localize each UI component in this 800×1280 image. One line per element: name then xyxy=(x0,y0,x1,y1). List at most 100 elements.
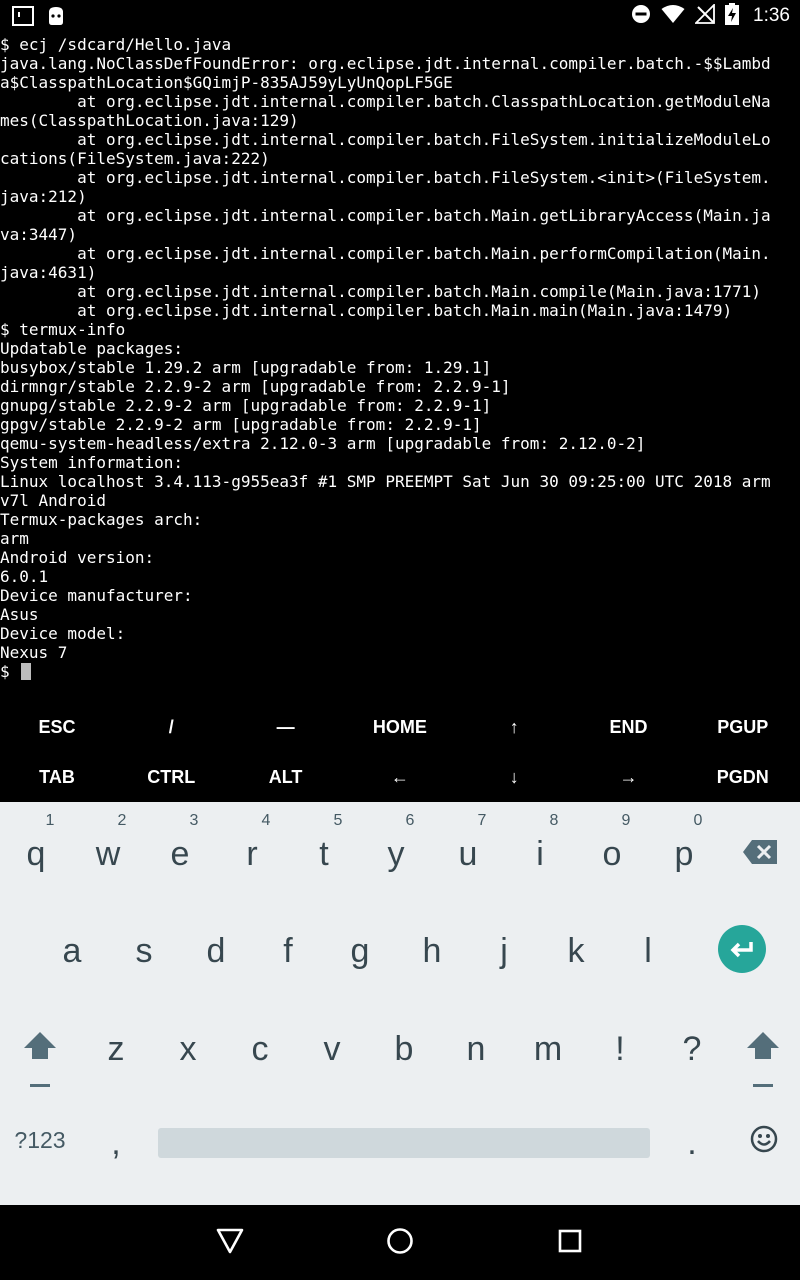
symbols-key[interactable]: ?123 xyxy=(0,1098,80,1198)
terminal-line: Device manufacturer: xyxy=(0,586,193,605)
key-label: r xyxy=(246,835,258,873)
key-label: w xyxy=(95,835,121,873)
terminal-line: at org.eclipse.jdt.internal.compiler.bat… xyxy=(0,282,761,301)
key-h[interactable]: h xyxy=(396,902,468,1000)
key-q[interactable]: 1q xyxy=(0,802,72,902)
prompt-line: $ xyxy=(0,662,800,681)
ctrl-key[interactable]: CTRL xyxy=(114,752,228,802)
shift-icon xyxy=(24,1032,56,1093)
pgdn-key[interactable]: PGDN xyxy=(686,752,800,802)
key-e[interactable]: 3e xyxy=(144,802,216,902)
key-question[interactable]: ? xyxy=(656,1000,728,1098)
soft-keyboard: ?123 , . 1q2w3e4r5t6y7u8i9o0pasdfghjklzx… xyxy=(0,802,800,1205)
home-icon xyxy=(386,1227,414,1259)
space-bar[interactable] xyxy=(152,1098,656,1198)
alt-key[interactable]: ALT xyxy=(229,752,343,802)
terminal-line: dirmngr/stable 2.2.9-2 arm [upgradable f… xyxy=(0,377,511,396)
prompt-text: $ xyxy=(0,662,20,681)
key-m[interactable]: m xyxy=(512,1000,584,1098)
key-g[interactable]: g xyxy=(324,902,396,1000)
terminal-line: gnupg/stable 2.2.9-2 arm [upgradable fro… xyxy=(0,396,492,415)
slash-key[interactable]: / xyxy=(114,702,228,752)
terminal-line: Android version: xyxy=(0,548,155,567)
terminal-line: java:212) xyxy=(0,187,87,206)
key-hint-label: 8 xyxy=(549,812,559,829)
key-f[interactable]: f xyxy=(252,902,324,1000)
key-label: e xyxy=(170,835,190,873)
left-arrow-key[interactable]: ← xyxy=(343,752,457,802)
emoji-key[interactable] xyxy=(728,1098,800,1198)
recents-button[interactable] xyxy=(554,1227,586,1259)
key-v[interactable]: v xyxy=(296,1000,368,1098)
key-t[interactable]: 5t xyxy=(288,802,360,902)
key-label: u xyxy=(458,835,478,873)
back-button[interactable] xyxy=(214,1227,246,1259)
backspace-key[interactable] xyxy=(724,802,796,902)
home-key[interactable]: HOME xyxy=(343,702,457,752)
terminal-line: v7l Android xyxy=(0,491,106,510)
terminal-line: java.lang.NoClassDefFoundError: org.ecli… xyxy=(0,54,771,73)
dash-key[interactable]: — xyxy=(229,702,343,752)
extra-keys-bar: ESC / — HOME ↑ END PGUP TAB CTRL ALT ← ↓ → PGDN xyxy=(0,700,800,802)
key-label: j xyxy=(500,931,508,970)
key-y[interactable]: 6y xyxy=(360,802,432,902)
key-label: m xyxy=(533,1029,563,1068)
enter-icon xyxy=(718,924,766,978)
key-s[interactable]: s xyxy=(108,902,180,1000)
pgup-key[interactable]: PGUP xyxy=(686,702,800,752)
key-l[interactable]: l xyxy=(612,902,684,1000)
key-a[interactable]: a xyxy=(36,902,108,1000)
key-hint-label: 0 xyxy=(693,812,703,829)
key-d[interactable]: d xyxy=(180,902,252,1000)
terminal-notification-icon xyxy=(12,6,34,30)
key-u[interactable]: 7u xyxy=(432,802,504,902)
key-label: t xyxy=(319,835,329,873)
terminal-line: at org.eclipse.jdt.internal.compiler.bat… xyxy=(0,130,771,149)
key-b[interactable]: b xyxy=(368,1000,440,1098)
terminal-line: 6.0.1 xyxy=(0,567,49,586)
key-z[interactable]: z xyxy=(80,1000,152,1098)
terminal-line: Nexus 7 xyxy=(0,643,68,662)
extra-keys-row-2: TAB CTRL ALT ← ↓ → PGDN xyxy=(0,752,800,802)
tab-key[interactable]: TAB xyxy=(0,752,114,802)
key-label: n xyxy=(466,1029,486,1068)
end-key[interactable]: END xyxy=(572,702,686,752)
terminal-line: Linux localhost 3.4.113-g955ea3f #1 SMP … xyxy=(0,472,771,491)
do-not-disturb-icon xyxy=(631,4,651,28)
key-i[interactable]: 8i xyxy=(504,802,576,902)
down-arrow-key[interactable]: ↓ xyxy=(457,752,571,802)
period-key[interactable]: . xyxy=(656,1098,728,1198)
terminal-line: at org.eclipse.jdt.internal.compiler.bat… xyxy=(0,301,733,320)
key-hint-label: 1 xyxy=(45,812,55,829)
wifi-icon xyxy=(661,4,685,28)
up-arrow-key[interactable]: ↑ xyxy=(457,702,571,752)
key-r[interactable]: 4r xyxy=(216,802,288,902)
key-label: p xyxy=(674,835,694,873)
shift-key-left[interactable] xyxy=(4,1000,76,1098)
terminal-output[interactable]: $ ecj /sdcard/Hello.java java.lang.NoClas… xyxy=(0,35,800,691)
right-arrow-key[interactable]: → xyxy=(572,752,686,802)
key-k[interactable]: k xyxy=(540,902,612,1000)
terminal-line: mes(ClasspathLocation.java:129) xyxy=(0,111,299,130)
shift-key-right[interactable] xyxy=(727,1000,799,1098)
comma-key[interactable]: , xyxy=(80,1098,152,1198)
key-x[interactable]: x xyxy=(152,1000,224,1098)
key-p[interactable]: 0p xyxy=(648,802,720,902)
key-label: y xyxy=(387,835,405,873)
emoji-icon xyxy=(750,1125,778,1158)
key-w[interactable]: 2w xyxy=(72,802,144,902)
key-n[interactable]: n xyxy=(440,1000,512,1098)
key-label: ? xyxy=(682,1029,702,1068)
terminal-line: va:3447) xyxy=(0,225,78,244)
key-exclamation[interactable]: ! xyxy=(584,1000,656,1098)
enter-key[interactable] xyxy=(706,902,778,1000)
key-o[interactable]: 9o xyxy=(576,802,648,902)
key-label: i xyxy=(536,835,544,873)
home-button[interactable] xyxy=(384,1227,416,1259)
esc-key[interactable]: ESC xyxy=(0,702,114,752)
navigation-bar xyxy=(0,1205,800,1280)
key-c[interactable]: c xyxy=(224,1000,296,1098)
key-hint-label: 4 xyxy=(261,812,271,829)
key-j[interactable]: j xyxy=(468,902,540,1000)
terminal-line: at org.eclipse.jdt.internal.compiler.bat… xyxy=(0,92,771,111)
